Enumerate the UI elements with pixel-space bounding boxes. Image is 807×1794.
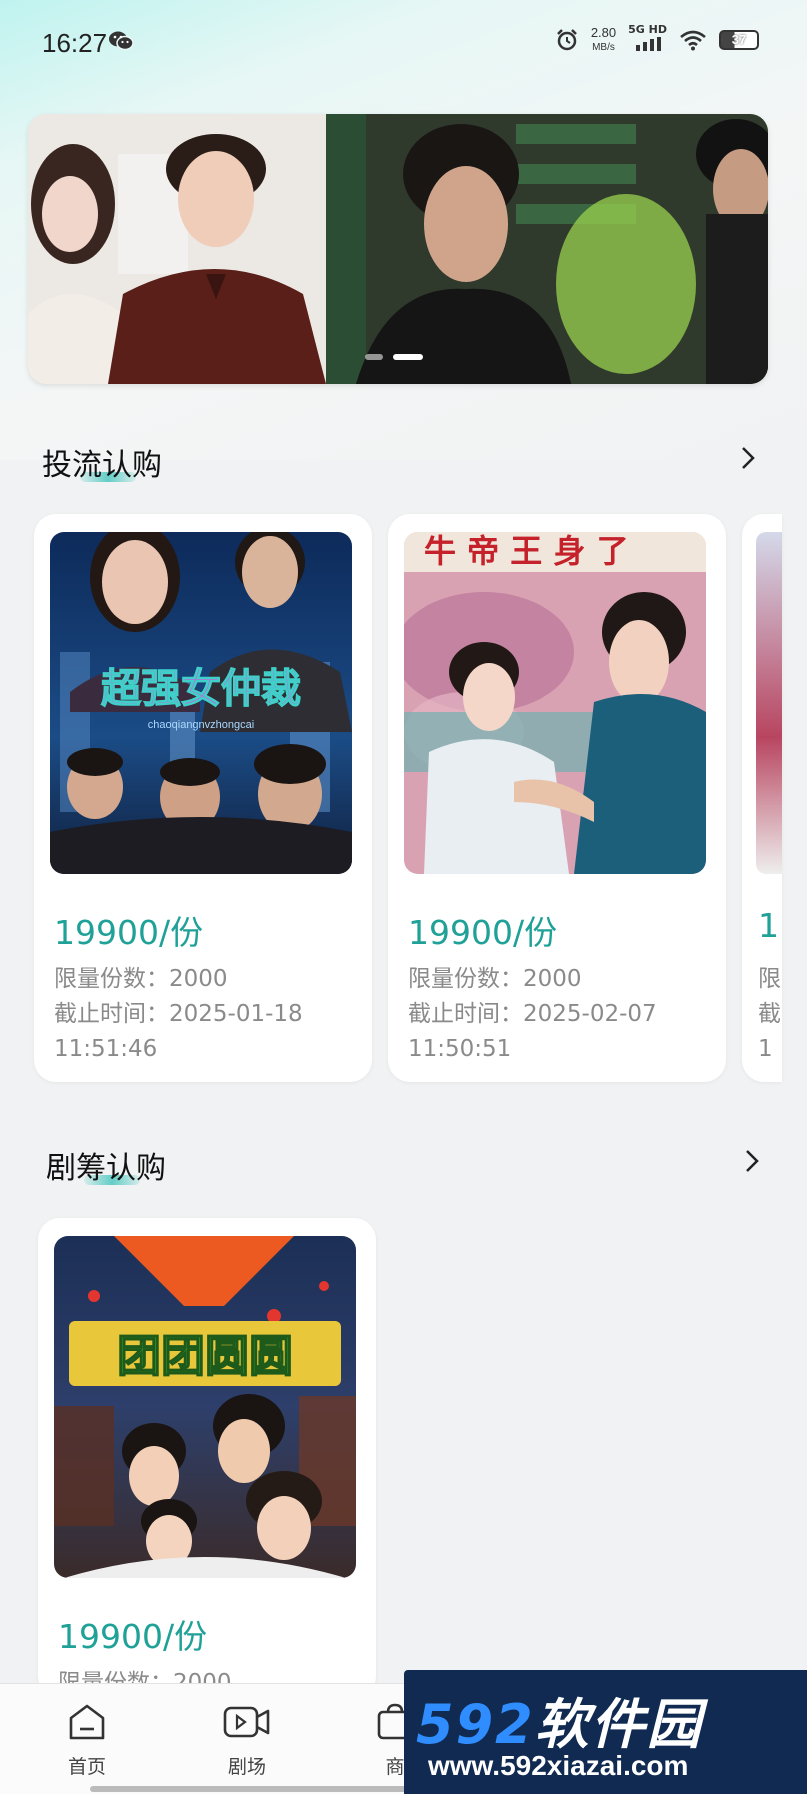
- chevron-right-icon[interactable]: [738, 1147, 766, 1175]
- poster-title: 超强女仲裁: [101, 666, 301, 712]
- card-price: 19900/份: [58, 1617, 208, 1656]
- banner-carousel[interactable]: [28, 114, 768, 384]
- banner-image-right: [326, 114, 768, 384]
- card-price: 19900/份: [408, 913, 558, 952]
- poster-title-partial: 牛 帝 王 身 了: [424, 532, 629, 570]
- nav-label: 剧场: [227, 1756, 266, 1778]
- invest-card[interactable]: 牛 帝 王 身 了 19900/份 限量份数：2000 截止时间：2025-02…: [388, 514, 726, 1082]
- card-deadline: 截止时间：2025-02-07: [408, 1001, 657, 1027]
- net-speed: 2.80 MB/s: [591, 25, 616, 55]
- status-time: 16:27: [42, 28, 108, 58]
- poster-image: [756, 532, 782, 874]
- battery-icon: 37: [719, 29, 759, 50]
- alarm-icon: [556, 28, 577, 50]
- section-header-crowd: 剧筹认购: [46, 1143, 766, 1193]
- poster-image: 团团圆圆: [54, 1236, 356, 1578]
- poster-image: 牛 帝 王 身 了: [404, 532, 706, 874]
- nav-item-home[interactable]: 首页: [42, 1702, 132, 1779]
- poster-subtitle: chaoqiangnvzhongcai: [148, 719, 254, 731]
- watermark-logo: 592软件园 www.592xiazai.com: [404, 1670, 807, 1794]
- home-indicator: [90, 1786, 450, 1792]
- card-price: 1: [758, 906, 779, 945]
- poster-image: 超强女仲裁 chaoqiangnvzhongcai: [50, 532, 352, 874]
- status-icons: 2.80 MB/s 5G HD 37: [555, 24, 759, 55]
- card-limit: 限量份数：2000: [408, 966, 582, 992]
- card-limit: 限: [758, 966, 781, 992]
- cell-signal: 5G HD: [628, 24, 667, 55]
- net-speed-value: 2.80: [590, 24, 617, 40]
- watermark-num: 592: [416, 1693, 535, 1756]
- battery-level: 37: [731, 32, 747, 47]
- wechat-icon: [109, 31, 134, 51]
- card-deadline-time: 1: [758, 1036, 773, 1062]
- card-deadline-time: 11:50:51: [408, 1036, 512, 1062]
- net-type: 5G HD: [628, 23, 667, 36]
- section-header-invest: 投流认购: [42, 440, 762, 490]
- poster-title: 团团圆圆: [117, 1331, 293, 1382]
- carousel-indicator: [365, 354, 423, 360]
- status-bar: 16:27 2.80 MB/s 5G HD 37: [0, 0, 807, 90]
- card-deadline-time: 11:51:46: [54, 1036, 158, 1062]
- nav-item-theater[interactable]: 剧场: [202, 1702, 292, 1779]
- home-icon: [69, 1704, 105, 1740]
- banner-image-left: [28, 114, 326, 384]
- nav-label: 首页: [67, 1756, 106, 1778]
- invest-card-partial[interactable]: 1 限 截 1: [742, 514, 782, 1082]
- carousel-dot[interactable]: [365, 354, 383, 360]
- card-limit: 限量份数：2000: [54, 966, 228, 992]
- section-title: 剧筹认购: [46, 1151, 166, 1186]
- video-icon: [223, 1706, 270, 1738]
- card-deadline: 截: [758, 1001, 781, 1027]
- card-deadline: 截止时间：2025-01-18: [54, 1001, 303, 1027]
- signal-icon: [635, 37, 661, 51]
- card-price: 19900/份: [54, 913, 204, 952]
- chevron-right-icon[interactable]: [734, 444, 762, 472]
- wifi-icon: [680, 30, 706, 50]
- net-speed-unit: MB/s: [592, 41, 615, 53]
- section-title: 投流认购: [42, 448, 162, 483]
- crowd-card[interactable]: 团团圆圆 19900/份 限量份数：2000: [38, 1218, 376, 1698]
- watermark-title: 592软件园: [416, 1680, 703, 1759]
- invest-card[interactable]: 超强女仲裁 chaoqiangnvzhongcai 19900/份 限量份数：2…: [34, 514, 372, 1082]
- watermark-url: www.592xiazai.com: [428, 1750, 689, 1781]
- watermark-text: 软件园: [534, 1693, 703, 1756]
- carousel-dot-active[interactable]: [393, 354, 423, 360]
